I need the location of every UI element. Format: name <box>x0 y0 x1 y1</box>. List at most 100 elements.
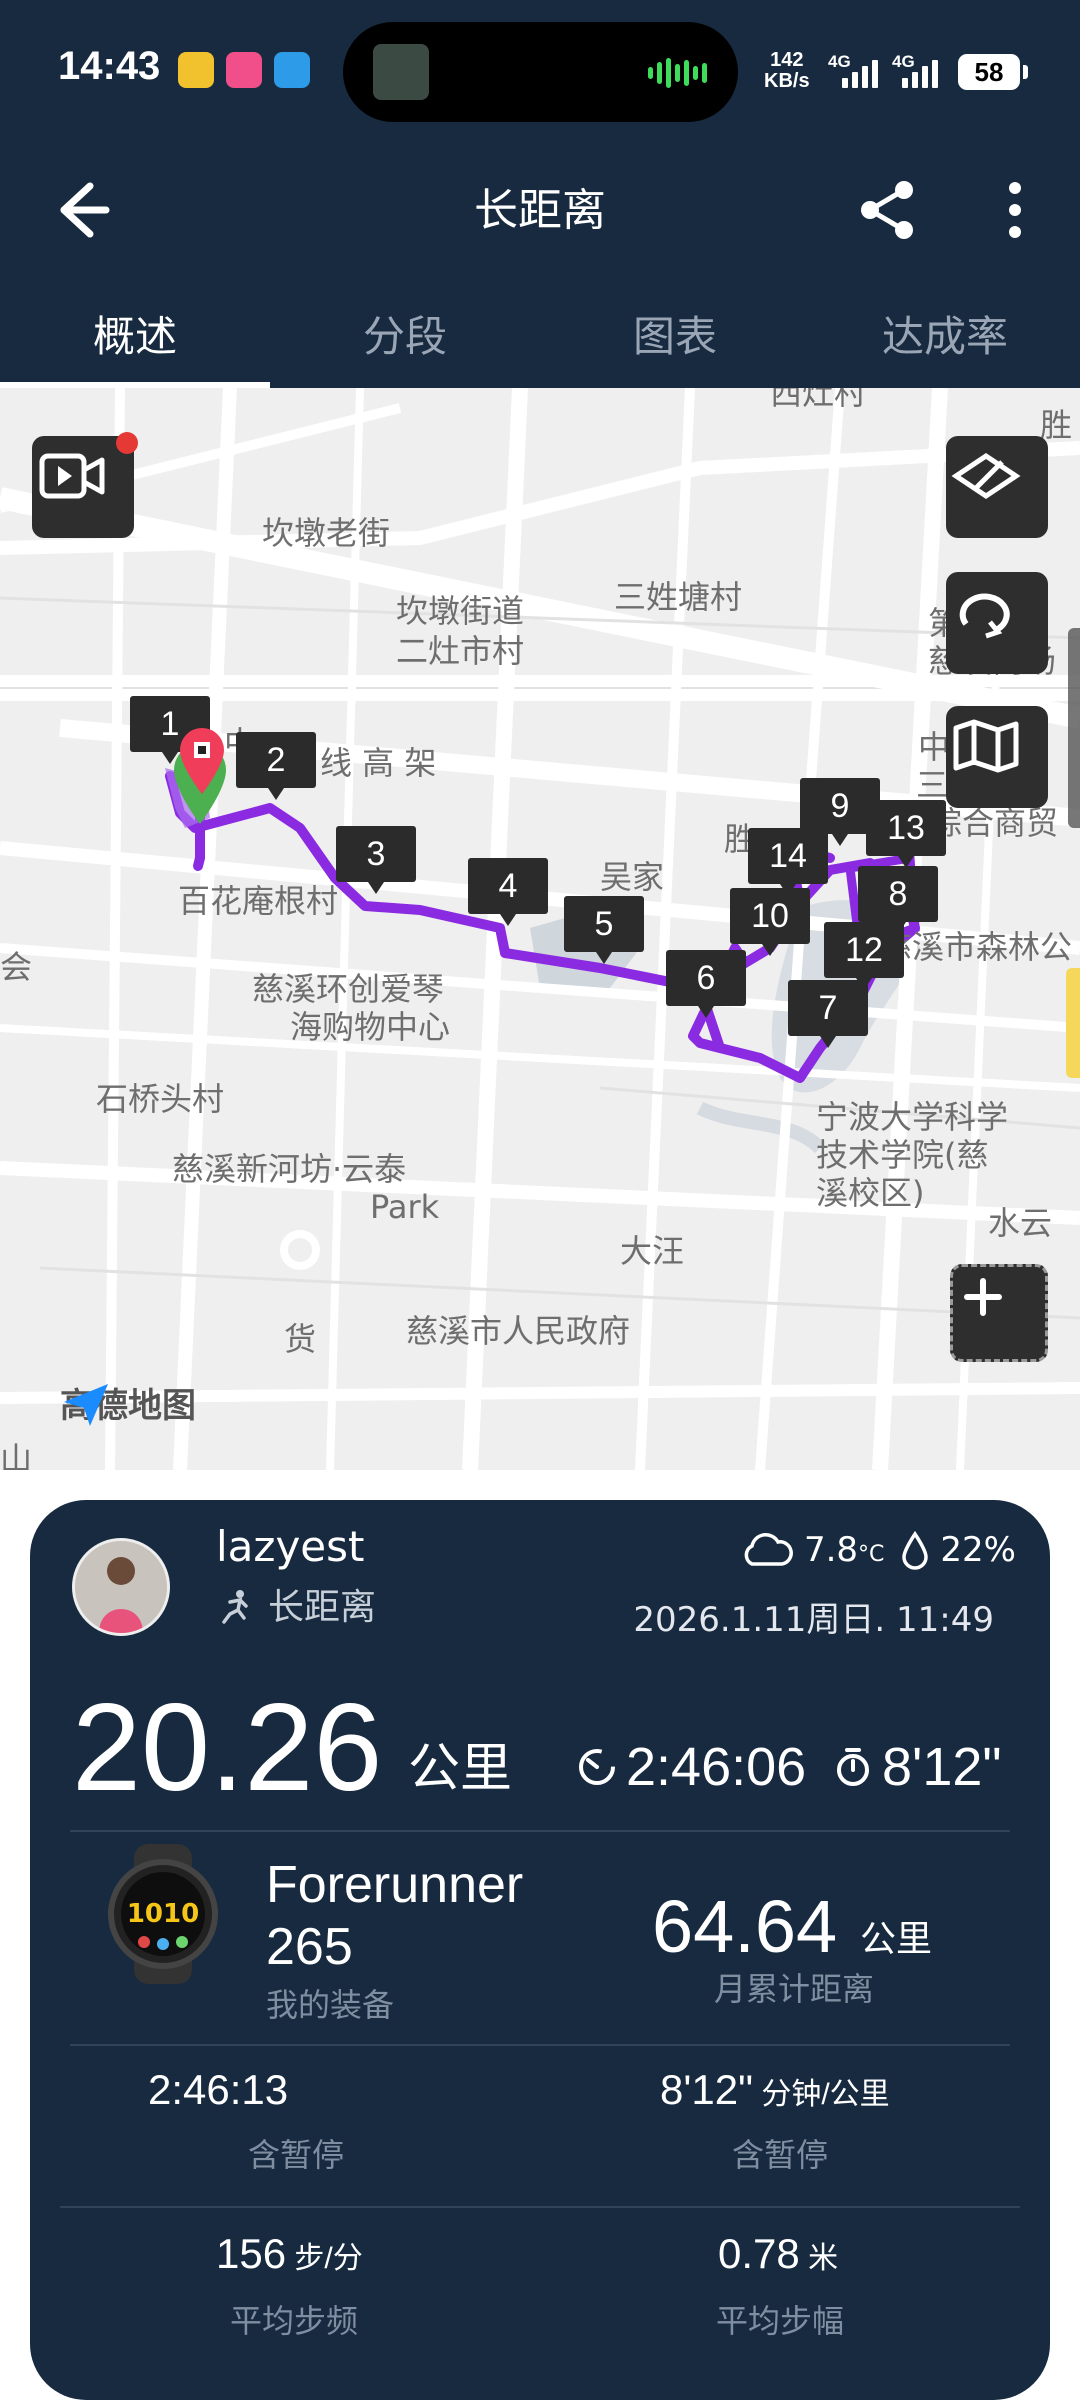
map-label: Park <box>370 1188 440 1226</box>
activity-datetime: 2026.1.11周日. 11:49 <box>633 1600 994 1640</box>
average-pace: 8'12" <box>832 1736 1002 1798</box>
avatar[interactable] <box>72 1538 170 1636</box>
map-label: 慈溪新河坊·云泰 <box>172 1150 407 1188</box>
zoom-in-button[interactable] <box>950 1264 1048 1362</box>
distance-unit: 公里 <box>408 1739 513 1799</box>
duration: 2:46:06 <box>576 1736 806 1798</box>
more-options-button[interactable] <box>975 170 1055 250</box>
monthly-distance-unit: 公里 <box>860 1919 933 1960</box>
km-marker[interactable]: 13 <box>866 800 946 868</box>
km-marker[interactable]: 14 <box>748 828 828 896</box>
side-handle[interactable] <box>1066 968 1080 1078</box>
signal-icon <box>842 56 878 88</box>
replay-button[interactable] <box>946 572 1048 674</box>
km-marker[interactable]: 8 <box>858 866 938 934</box>
status-bar: 14:43 142 KB/s 4G 4G 58 <box>0 0 1080 140</box>
map-label: 大汪 <box>620 1232 685 1270</box>
svg-text:1010: 1010 <box>127 1899 199 1929</box>
map-label: 慈溪市森林公 <box>880 928 1073 966</box>
divider <box>70 1830 1010 1832</box>
km-marker[interactable]: 2 <box>236 732 316 800</box>
cloud-icon <box>744 1533 793 1566</box>
map-label: 会 <box>0 948 33 986</box>
app-bar: 长距离 <box>0 140 1080 280</box>
tab-charts[interactable]: 图表 <box>540 280 810 388</box>
route-map[interactable]: 西灶村 胜 坎墩老街 三姓塘村 坎墩街道 二灶市村 中 线 高 架 百花庵根村 … <box>0 388 1080 1470</box>
share-icon <box>861 181 913 239</box>
divider <box>60 2206 1020 2208</box>
status-time: 14:43 <box>58 44 161 88</box>
map-label: 海购物中心 <box>290 1008 451 1046</box>
tab-achievement[interactable]: 达成率 <box>810 280 1080 388</box>
map-style-button[interactable] <box>946 436 1048 538</box>
pace-with-pause: 8'12" 分钟/公里 <box>660 2066 890 2113</box>
tab-overview[interactable]: 概述 <box>0 280 270 388</box>
loop-icon <box>959 593 1010 639</box>
km-marker[interactable]: 3 <box>336 826 416 894</box>
km-marker[interactable]: 10 <box>730 888 810 956</box>
humidity-drop-icon <box>902 1530 929 1570</box>
notification-dot <box>116 432 138 454</box>
map-label: 山 <box>0 1440 33 1470</box>
layers-edit-icon <box>951 452 1021 500</box>
map-label: 线 高 架 <box>320 744 437 782</box>
map-label: 慈溪环创爱琴 <box>252 970 445 1008</box>
app-notification-icon <box>274 52 310 88</box>
video-record-button[interactable] <box>32 432 138 538</box>
dynamic-island[interactable] <box>343 22 738 122</box>
tab-bar: 概述 分段 图表 达成率 <box>0 280 1080 388</box>
stopwatch-icon <box>837 1748 869 1786</box>
divider <box>70 2044 1010 2046</box>
km-marker[interactable]: 12 <box>824 922 904 990</box>
map-label: 三姓塘村 <box>614 578 743 616</box>
side-handle-top[interactable] <box>1068 628 1080 828</box>
stat-label: 平均步幅 <box>716 2302 845 2340</box>
map-attribution: 高德地图 <box>60 1378 196 1427</box>
timer-icon <box>579 1749 615 1785</box>
avatar-image <box>75 1541 167 1633</box>
map-label: 西灶村 <box>770 388 867 412</box>
km-marker[interactable]: 5 <box>564 896 644 964</box>
map-label: 吴家 <box>600 858 665 896</box>
video-camera-icon <box>39 453 105 499</box>
map-type-button[interactable] <box>946 706 1048 808</box>
app-notification-icon <box>226 52 262 88</box>
media-thumbnail <box>373 44 429 100</box>
total-time-with-pause: 2:46:13 <box>148 2066 289 2113</box>
network-speed: 142 KB/s <box>764 49 810 92</box>
my-gear-label: 我的装备 <box>266 1986 395 2024</box>
activity-summary-card: lazyest 长距离 7.8°C 22% 2026.1.11周日. 11:49… <box>30 1500 1050 2400</box>
share-button[interactable] <box>848 170 928 250</box>
device-name: Forerunner 265 <box>266 1856 524 1976</box>
map-label: 货 <box>284 1320 317 1358</box>
humidity: 22% <box>940 1530 1016 1570</box>
watch-image[interactable]: 1010 <box>104 1844 222 1984</box>
map-label: 坎墩街道 <box>396 592 525 630</box>
username: lazyest <box>216 1522 365 1571</box>
map-label: 技术学院(慈 <box>816 1136 989 1174</box>
km-marker[interactable]: 4 <box>468 858 548 926</box>
total-distance: 20.26 <box>72 1679 383 1817</box>
map-label: 综合商贸 <box>930 804 1059 842</box>
km-marker[interactable]: 6 <box>666 950 746 1018</box>
audio-wave-icon <box>648 58 707 88</box>
map-label: 胜 <box>1040 406 1073 444</box>
monthly-distance-label: 月累计距离 <box>714 1970 875 2008</box>
monthly-distance: 64.64 <box>652 1885 838 1968</box>
plus-icon <box>964 1278 1002 1316</box>
average-cadence: 156 步/分 <box>216 2230 363 2277</box>
weather-info: 7.8°C 22% <box>738 1530 1016 1570</box>
more-vertical-icon <box>1009 182 1021 238</box>
app-notification-icon <box>178 52 214 88</box>
map-label: 石桥头村 <box>96 1080 225 1118</box>
temperature: 7.8°C <box>803 1530 885 1570</box>
map-label: 二灶市村 <box>396 632 525 670</box>
map-label: 溪校区) <box>816 1174 925 1212</box>
stat-label: 含暂停 <box>248 2136 345 2174</box>
running-icon <box>222 1590 248 1624</box>
amap-logo-icon <box>64 1384 108 1426</box>
tab-laps[interactable]: 分段 <box>270 280 540 388</box>
stat-label: 含暂停 <box>732 2136 829 2174</box>
map-label: 坎墩老街 <box>262 514 391 552</box>
activity-type: 长距离 <box>268 1587 377 1628</box>
